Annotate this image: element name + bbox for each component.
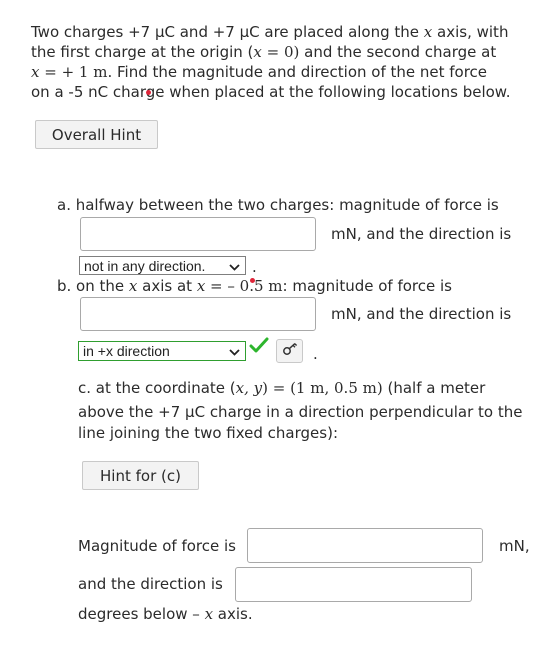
key-icon	[282, 342, 298, 360]
part-a-magnitude-input[interactable]	[80, 217, 316, 251]
problem-statement: Two charges +7 μC and +7 μC are placed a…	[31, 22, 546, 102]
part-b-direction-select[interactable]: in +x direction	[78, 341, 246, 361]
part-c-magnitude-input[interactable]	[247, 528, 483, 563]
part-a-direction-value: not in any direction.	[84, 257, 206, 274]
part-c-prompt-line3: line joining the two fixed charges):	[78, 424, 339, 442]
chevron-down-icon	[229, 343, 240, 359]
cursor-dot-icon	[250, 278, 255, 283]
part-b-trailing: .	[313, 345, 318, 363]
part-a-direction-select[interactable]: not in any direction.	[79, 256, 246, 275]
chevron-down-icon	[229, 258, 240, 274]
overall-hint-button[interactable]: Overall Hint	[35, 120, 158, 149]
key-button[interactable]	[276, 339, 303, 363]
part-c-direction-label: and the direction is	[78, 575, 223, 593]
part-b-direction-value: in +x direction	[83, 343, 170, 359]
part-c-degrees-label: degrees below – x axis.	[78, 605, 253, 623]
part-b-magnitude-input[interactable]	[80, 297, 316, 331]
part-c-direction-input[interactable]	[235, 567, 472, 602]
part-a-trailing: .	[252, 258, 257, 276]
checkmark-icon	[249, 337, 269, 359]
hint-c-button[interactable]: Hint for (c)	[82, 461, 199, 490]
part-c-prompt-line1: c. at the coordinate (x, y) = (1 m, 0.5 …	[78, 379, 486, 397]
part-b-unit-direction: mN, and the direction is	[331, 305, 512, 323]
part-c-unit: mN,	[499, 537, 530, 555]
intro-line-4: on a -5 nC charge when placed at the fol…	[31, 83, 511, 101]
part-c-prompt-line2: above the +7 μC charge in a direction pe…	[78, 403, 523, 421]
cursor-dot-icon	[146, 90, 151, 95]
part-c-magnitude-label: Magnitude of force is	[78, 537, 236, 555]
part-a-prompt: a. halfway between the two charges: magn…	[57, 196, 499, 214]
part-a-unit-direction: mN, and the direction is	[331, 225, 512, 243]
